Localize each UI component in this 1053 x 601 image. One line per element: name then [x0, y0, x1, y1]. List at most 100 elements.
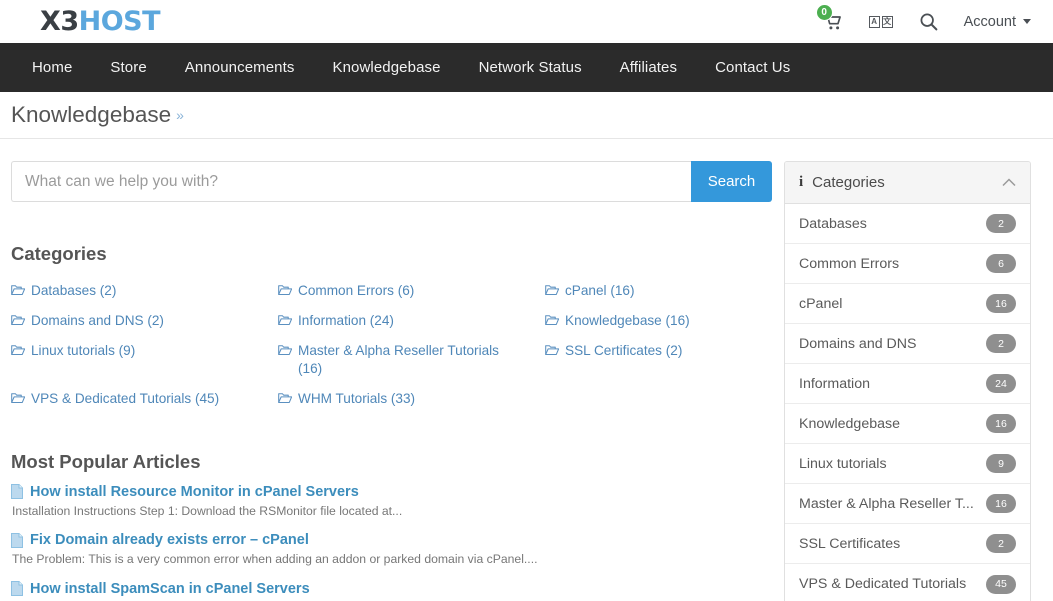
sidebar-category-item[interactable]: VPS & Dedicated Tutorials 45 — [785, 564, 1030, 601]
article-excerpt: Installation Instructions Step 1: Downlo… — [12, 503, 403, 518]
category-link-label[interactable]: Domains and DNS (2) — [31, 312, 164, 330]
folder-icon — [545, 285, 559, 295]
category-link-label[interactable]: WHM Tutorials (33) — [298, 390, 415, 408]
sidebar-category-label: Knowledgebase — [799, 415, 900, 432]
nav-item-store[interactable]: Store — [91, 43, 165, 92]
category-link-label[interactable]: Information (24) — [298, 312, 394, 330]
category-link-item[interactable]: SSL Certificates (2) — [545, 336, 772, 384]
folder-icon — [278, 392, 292, 403]
knowledgebase-search-form: Search — [11, 161, 772, 202]
sidebar-category-count-badge: 2 — [986, 214, 1016, 233]
article-title-link[interactable]: How install Resource Monitor in cPanel S… — [30, 484, 359, 500]
sidebar-category-list: Databases 2 Common Errors 6 cPanel 16 Domains … — [785, 204, 1030, 601]
folder-icon — [11, 315, 25, 325]
category-link-item[interactable]: Information (24) — [278, 306, 545, 336]
sidebar-category-item[interactable]: Domains and DNS 2 — [785, 324, 1030, 364]
sidebar-category-label: Domains and DNS — [799, 335, 917, 352]
category-link-item[interactable]: Linux tutorials (9) — [11, 336, 278, 384]
article-icon — [11, 532, 23, 548]
category-link-item[interactable]: Knowledgebase (16) — [545, 306, 772, 336]
article-title-row[interactable]: How install SpamScan in cPanel Servers — [11, 581, 772, 597]
shopping-cart-button[interactable]: 0 — [815, 3, 846, 35]
sidebar-category-count-badge: 6 — [986, 254, 1016, 273]
category-link-item[interactable]: Databases (2) — [11, 276, 278, 306]
search-button[interactable]: Search — [691, 161, 772, 202]
folder-icon — [11, 345, 25, 355]
sidebar-category-count-badge: 24 — [986, 374, 1016, 393]
category-link-label[interactable]: Databases (2) — [31, 282, 116, 300]
article-icon — [11, 581, 23, 597]
article-excerpt: The Problem: This is a very common error… — [12, 552, 538, 567]
category-link-label[interactable]: VPS & Dedicated Tutorials (45) — [31, 390, 219, 408]
main-navigation: Home Store Announcements Knowledgebase Netwo… — [0, 43, 1053, 92]
translate-icon-letter-a: A — [868, 15, 880, 28]
sidebar-category-item[interactable]: cPanel 16 — [785, 284, 1030, 324]
sidebar-category-item[interactable]: Databases 2 — [785, 204, 1030, 244]
sidebar-category-count-badge: 2 — [986, 334, 1016, 353]
sidebar-panel-title: Categories — [812, 174, 885, 191]
category-link-label[interactable]: cPanel (16) — [565, 282, 635, 300]
article-item: How install Resource Monitor in cPanel S… — [11, 484, 772, 519]
folder-icon — [545, 315, 559, 325]
sidebar-category-count-badge: 45 — [986, 574, 1016, 594]
logo-text-secondary: HOST — [78, 6, 161, 37]
info-icon: i — [799, 174, 804, 190]
folder-icon — [278, 285, 292, 295]
category-link-label[interactable]: Linux tutorials (9) — [31, 342, 135, 360]
sidebar-categories-panel: i Categories Databases 2 Common Errors 6 cPa… — [784, 161, 1031, 601]
account-menu[interactable]: Account — [964, 14, 1031, 30]
translate-icon: A 文 — [868, 15, 893, 28]
sidebar-category-label: SSL Certificates — [799, 535, 901, 552]
breadcrumb-separator-icon: » — [176, 107, 184, 123]
breadcrumb: Knowledgebase » — [0, 92, 1053, 139]
category-link-label[interactable]: SSL Certificates (2) — [565, 342, 682, 360]
category-link-label[interactable]: Knowledgebase (16) — [565, 312, 690, 330]
sidebar-category-count-badge: 9 — [986, 454, 1016, 473]
sidebar-category-item[interactable]: Information 24 — [785, 364, 1030, 404]
sidebar-category-label: cPanel — [799, 295, 843, 312]
sidebar-category-item[interactable]: Master & Alpha Reseller T... 16 — [785, 484, 1030, 524]
nav-item-home[interactable]: Home — [13, 43, 91, 92]
chevron-up-icon[interactable] — [1002, 176, 1016, 189]
article-title-row[interactable]: Fix Domain already exists error – cPanel — [11, 532, 772, 548]
nav-item-network-status[interactable]: Network Status — [460, 43, 601, 92]
sidebar-category-item[interactable]: SSL Certificates 2 — [785, 524, 1030, 564]
nav-item-affiliates[interactable]: Affiliates — [601, 43, 696, 92]
category-link-item[interactable]: Master & Alpha Reseller Tutorials (16) — [278, 336, 545, 384]
category-link-item[interactable]: WHM Tutorials (33) — [278, 384, 545, 414]
category-link-item[interactable]: VPS & Dedicated Tutorials (45) — [11, 384, 278, 414]
top-bar: X3HOST 0 A 文 Account — [0, 0, 1053, 43]
search-toggle-button[interactable] — [916, 9, 942, 35]
category-link-item[interactable]: Common Errors (6) — [278, 276, 545, 306]
category-link-label[interactable]: Master & Alpha Reseller Tutorials (16) — [298, 342, 513, 378]
article-title-link[interactable]: How install SpamScan in cPanel Servers — [30, 581, 310, 597]
page-content: Search Categories Databases (2) Common Er… — [0, 139, 1053, 601]
category-link-label[interactable]: Common Errors (6) — [298, 282, 414, 300]
sidebar-category-item[interactable]: Common Errors 6 — [785, 244, 1030, 284]
article-title-row[interactable]: How install Resource Monitor in cPanel S… — [11, 484, 772, 500]
popular-articles-list: How install Resource Monitor in cPanel S… — [11, 484, 772, 601]
page-title: Knowledgebase — [11, 102, 172, 127]
nav-item-contact-us[interactable]: Contact Us — [696, 43, 809, 92]
sidebar-category-item[interactable]: Knowledgebase 16 — [785, 404, 1030, 444]
sidebar-category-count-badge: 16 — [986, 414, 1016, 433]
nav-item-announcements[interactable]: Announcements — [166, 43, 314, 92]
article-title-link[interactable]: Fix Domain already exists error – cPanel — [30, 532, 309, 548]
sidebar-category-label: Linux tutorials — [799, 455, 887, 472]
language-selector-button[interactable]: A 文 — [868, 9, 894, 35]
nav-item-knowledgebase[interactable]: Knowledgebase — [314, 43, 460, 92]
site-logo[interactable]: X3HOST — [40, 6, 161, 37]
main-column: Search Categories Databases (2) Common Er… — [0, 161, 784, 601]
category-grid: Databases (2) Common Errors (6) cPanel (16… — [11, 276, 772, 414]
sidebar-panel-header[interactable]: i Categories — [785, 162, 1030, 204]
sidebar-category-label: VPS & Dedicated Tutorials — [799, 576, 967, 592]
sidebar-category-item[interactable]: Linux tutorials 9 — [785, 444, 1030, 484]
search-input[interactable] — [11, 161, 691, 202]
folder-icon — [278, 315, 292, 325]
category-link-item[interactable]: cPanel (16) — [545, 276, 772, 306]
category-link-item[interactable]: Domains and DNS (2) — [11, 306, 278, 336]
category-link-item — [545, 384, 772, 414]
popular-articles-heading: Most Popular Articles — [11, 450, 201, 472]
article-item: How install SpamScan in cPanel ServersIn… — [11, 581, 772, 601]
translate-icon-letter-b: 文 — [881, 15, 893, 28]
